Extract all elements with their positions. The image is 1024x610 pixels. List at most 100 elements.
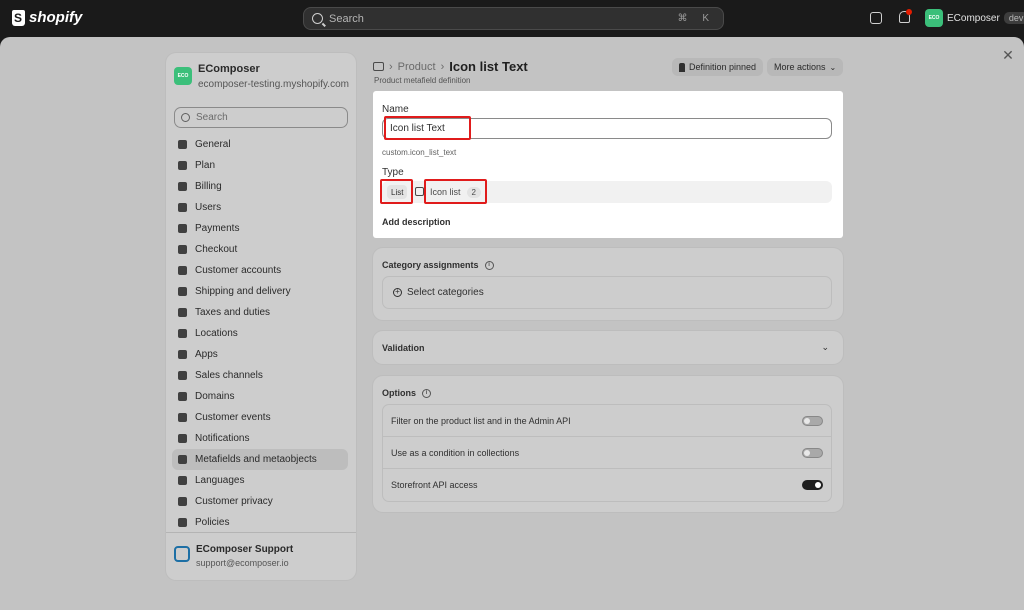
chevron-down-icon: ⌄	[829, 62, 837, 72]
sidebar-item-users[interactable]: Users	[172, 197, 348, 218]
language-icon	[178, 476, 187, 485]
pin-icon	[679, 62, 685, 72]
select-categories-button[interactable]: + Select categories	[382, 276, 832, 309]
highlight-box	[384, 116, 471, 140]
metafields-icon[interactable]	[373, 62, 384, 71]
store-icon	[178, 140, 187, 149]
notification-dot	[906, 9, 912, 15]
sidebar-item-label: Languages	[195, 475, 245, 486]
definition-card: Name Icon list Text custom.icon_list_tex…	[373, 91, 843, 238]
users-icon	[178, 203, 187, 212]
validation-title: Validation	[382, 343, 425, 353]
sidebar-item-notifications[interactable]: Notifications	[172, 428, 348, 449]
info-icon[interactable]: i	[484, 260, 494, 270]
store-url: ecomposer-testing.myshopify.com	[198, 79, 349, 90]
highlight-box	[424, 179, 487, 204]
validation-card[interactable]: Validation ⌄	[373, 331, 843, 364]
sidebar-item-label: Apps	[195, 349, 218, 360]
sidebar-item-label: Sales channels	[195, 370, 263, 381]
env-tag: dev	[1003, 12, 1024, 24]
bell-icon	[178, 434, 187, 443]
sidebar-item-sales-channels[interactable]: Sales channels	[172, 365, 348, 386]
support-contact[interactable]: EComposer Support support@ecomposer.io	[174, 544, 293, 568]
options-card: Options i Filter on the product list and…	[373, 376, 843, 512]
settings-nav: General Plan Billing Users Payments Checkout C…	[172, 134, 348, 533]
definition-pinned-label: Definition pinned	[689, 62, 757, 72]
store-header: ECO EComposer ecomposer-testing.myshopif…	[174, 63, 349, 90]
store-menu[interactable]: ECO EComposer dev	[925, 9, 1024, 27]
lock-icon	[178, 497, 187, 506]
global-search-placeholder: Search	[329, 12, 364, 25]
store-menu-name: EComposer	[947, 12, 1000, 24]
search-shortcut: ⌘ K	[677, 13, 715, 24]
policy-icon	[178, 518, 187, 527]
sidebar-item-label: General	[195, 139, 231, 150]
store-name: EComposer	[198, 63, 260, 75]
shopify-logo[interactable]: shopify	[12, 9, 82, 26]
settings-search-input[interactable]: Search	[174, 107, 348, 128]
billing-icon	[178, 182, 187, 191]
support-email: support@ecomposer.io	[196, 558, 289, 568]
sidebar-item-plan[interactable]: Plan	[172, 155, 348, 176]
page-title: Icon list Text	[449, 59, 528, 74]
more-actions-button[interactable]: More actions ⌄	[767, 58, 844, 76]
option-toggle[interactable]	[802, 480, 823, 490]
option-toggle[interactable]	[802, 416, 823, 426]
sidebar-item-checkout[interactable]: Checkout	[172, 239, 348, 260]
sidebar-item-languages[interactable]: Languages	[172, 470, 348, 491]
options-list: Filter on the product list and in the Ad…	[382, 404, 832, 502]
options-title-text: Options	[382, 388, 416, 398]
options-title: Options i	[382, 388, 431, 398]
sidebar-item-shipping-and-delivery[interactable]: Shipping and delivery	[172, 281, 348, 302]
select-categories-label: Select categories	[407, 287, 484, 298]
metafields-icon	[178, 455, 187, 464]
definition-pinned-button[interactable]: Definition pinned	[672, 58, 764, 76]
option-row: Storefront API access	[383, 469, 831, 501]
sidebar-item-policies[interactable]: Policies	[172, 512, 348, 533]
close-button[interactable]: ✕	[998, 45, 1018, 65]
divider	[166, 532, 356, 533]
sidebar-item-label: Shipping and delivery	[195, 286, 291, 297]
sidebar-item-label: Plan	[195, 160, 216, 171]
sidebar-item-locations[interactable]: Locations	[172, 323, 348, 344]
shopify-bag-icon	[12, 9, 25, 26]
sidebar-item-label: Locations	[195, 328, 238, 339]
sidebar-item-label: Customer events	[195, 412, 271, 423]
sidebar-item-payments[interactable]: Payments	[172, 218, 348, 239]
add-description-button[interactable]: Add description	[382, 217, 451, 227]
sidebar-item-customer-events[interactable]: Customer events	[172, 407, 348, 428]
sidebar-item-label: Billing	[195, 181, 222, 192]
option-label: Filter on the product list and in the Ad…	[391, 415, 571, 426]
info-icon[interactable]: i	[422, 388, 431, 398]
events-icon	[178, 413, 187, 422]
sidebar-item-domains[interactable]: Domains	[172, 386, 348, 407]
type-label: Type	[382, 167, 404, 178]
sidebar-item-taxes-and-duties[interactable]: Taxes and duties	[172, 302, 348, 323]
option-row: Filter on the product list and in the Ad…	[383, 405, 831, 437]
sidebar-item-label: Customer privacy	[195, 496, 273, 507]
sidebar-item-customer-accounts[interactable]: Customer accounts	[172, 260, 348, 281]
option-label: Storefront API access	[391, 480, 478, 490]
truck-icon	[178, 287, 187, 296]
page-subtitle: Product metafield definition	[374, 76, 471, 85]
tax-icon	[178, 308, 187, 317]
option-toggle[interactable]	[802, 448, 823, 458]
sidebar-item-customer-privacy[interactable]: Customer privacy	[172, 491, 348, 512]
close-icon: ✕	[1002, 46, 1014, 63]
namespace-key: custom.icon_list_text	[382, 148, 457, 157]
breadcrumb-parent[interactable]: Product	[398, 61, 436, 73]
store-avatar: ECO	[925, 9, 943, 27]
location-icon	[178, 329, 187, 338]
sidebar-item-apps[interactable]: Apps	[172, 344, 348, 365]
globe-icon	[178, 392, 187, 401]
sidebar-item-general[interactable]: General	[172, 134, 348, 155]
brand-name: shopify	[29, 9, 83, 26]
sidebar-item-billing[interactable]: Billing	[172, 176, 348, 197]
sidebar-item-metafields-and-metaobjects[interactable]: Metafields and metaobjects	[172, 449, 348, 470]
settings-sidebar: ECO EComposer ecomposer-testing.myshopif…	[166, 53, 356, 580]
sidekick-icon[interactable]	[870, 12, 882, 24]
sidebar-item-label: Payments	[195, 223, 240, 234]
global-search-input[interactable]: Search ⌘ K	[303, 7, 724, 30]
top-bar: shopify Search ⌘ K ECO EComposer dev	[0, 0, 1024, 37]
more-actions-label: More actions	[774, 62, 826, 72]
